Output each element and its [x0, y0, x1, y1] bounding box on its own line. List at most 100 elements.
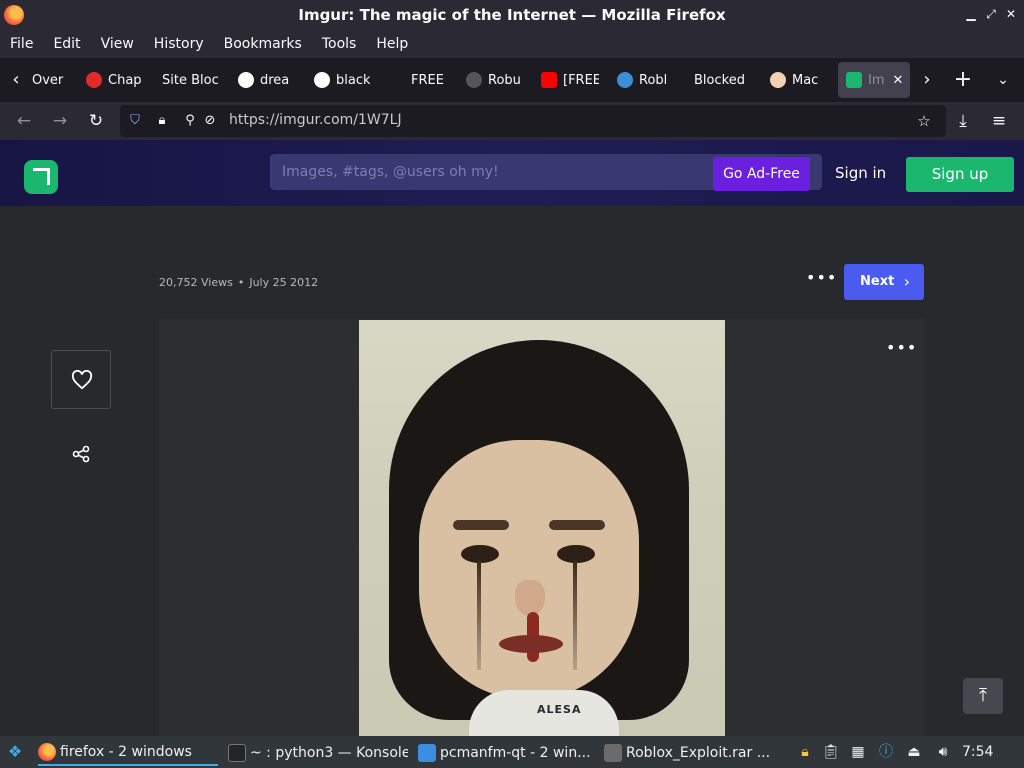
app-launcher-icon[interactable]: ❖	[6, 743, 24, 761]
task-label: pcmanfm-qt - 2 win...	[440, 745, 591, 761]
menu-bar: File Edit View History Bookmarks Tools H…	[0, 30, 1024, 58]
chevron-right-icon: ›	[903, 272, 910, 291]
list-tabs-icon[interactable]: ⌄	[991, 68, 1015, 92]
fish-favicon-icon	[617, 72, 633, 88]
menu-view[interactable]: View	[101, 36, 134, 52]
sign-up-button[interactable]: Sign up	[906, 157, 1014, 192]
share-icon	[72, 445, 90, 463]
image-nose	[515, 580, 545, 616]
tab-label: Im	[868, 72, 885, 88]
minimize-icon[interactable]: ▁	[963, 6, 979, 22]
menu-help[interactable]: Help	[376, 36, 408, 52]
tab-5[interactable]: FREE	[411, 62, 445, 98]
navigation-bar: ← → ↻ ⛉ 🔒︎ ⚲ ⊘ https://imgur.com/1W7LJ ☆…	[0, 102, 1024, 140]
image-options-icon[interactable]: •••	[886, 340, 916, 358]
imgur-logo-icon[interactable]	[24, 160, 58, 194]
bookmark-star-icon[interactable]: ☆	[916, 113, 932, 129]
tab-label: black	[336, 72, 370, 88]
taskbar: ❖ firefox - 2 windows ~ : python3 — Kons…	[0, 736, 1024, 768]
task-firefox[interactable]: firefox - 2 windows	[38, 740, 218, 766]
back-to-top-button[interactable]: ⤒	[963, 678, 1003, 714]
close-tab-icon[interactable]: ✕	[893, 73, 904, 88]
tab-label: drea	[260, 72, 290, 88]
window-title: Imgur: The magic of the Internet — Mozil…	[298, 6, 726, 24]
image-collar-text: ALESA	[537, 703, 582, 716]
close-window-icon[interactable]: ✕	[1003, 6, 1019, 22]
tab-8[interactable]: Robl	[617, 62, 671, 98]
menu-history[interactable]: History	[154, 36, 204, 52]
permissions-icon[interactable]: ⚲	[182, 113, 198, 129]
menu-bookmarks[interactable]: Bookmarks	[224, 36, 302, 52]
tab-label: Site Bloc	[162, 72, 218, 88]
tab-7[interactable]: [FREE	[541, 62, 599, 98]
tab-11-active[interactable]: Im ✕	[838, 62, 910, 98]
scroll-tabs-left-icon[interactable]: ‹	[4, 68, 28, 92]
url-text[interactable]: https://imgur.com/1W7LJ	[229, 112, 402, 128]
share-button[interactable]	[71, 444, 91, 464]
maximize-icon[interactable]: ⤢	[983, 6, 999, 22]
menu-tools[interactable]: Tools	[322, 36, 357, 52]
task-pcmanfm[interactable]: pcmanfm-qt - 2 win...	[418, 740, 594, 766]
image-brow	[453, 520, 509, 530]
like-button[interactable]	[51, 350, 111, 409]
redhat-favicon-icon	[86, 72, 102, 88]
clipboard-icon[interactable]: 📋︎	[822, 743, 840, 761]
sign-in-link[interactable]: Sign in	[835, 164, 886, 182]
tab-1[interactable]: Chap	[86, 62, 142, 98]
meta-separator: •	[237, 276, 245, 289]
heart-icon	[71, 370, 93, 390]
search-input[interactable]	[282, 162, 712, 182]
task-archive[interactable]: Roblox_Exploit.rar ...	[604, 740, 778, 766]
task-label: firefox - 2 windows	[60, 744, 192, 760]
google-favicon-icon	[238, 72, 254, 88]
task-label: Roblox_Exploit.rar ...	[626, 745, 771, 761]
menu-file[interactable]: File	[10, 36, 33, 52]
imgur-header: Go Ad-Free Sign in Sign up	[0, 140, 1024, 206]
tab-2[interactable]: Site Bloc	[162, 62, 218, 98]
shield-icon[interactable]: ⛉	[127, 113, 143, 129]
lock-icon[interactable]: 🔒︎	[154, 113, 170, 129]
back-icon[interactable]: ←	[13, 110, 35, 132]
downloads-icon[interactable]: ⤓	[952, 110, 974, 132]
tab-6[interactable]: Robu	[466, 62, 520, 98]
tab-label: FREE	[411, 72, 444, 88]
youtube-favicon-icon	[541, 72, 557, 88]
tab-label: [FREE	[563, 72, 599, 88]
lock-tray-icon[interactable]: 🔒︎	[796, 743, 814, 761]
scroll-tabs-right-icon[interactable]: ›	[915, 68, 939, 92]
post-page: 20,752 Views • July 25 2012 ••• Next › •••	[0, 206, 1024, 736]
go-ad-free-button[interactable]: Go Ad-Free	[713, 157, 810, 191]
new-tab-icon[interactable]: +	[951, 68, 975, 92]
updates-icon[interactable]: ⓘ	[877, 743, 895, 761]
tab-10[interactable]: Mac	[770, 62, 824, 98]
tab-9[interactable]: Blocked	[694, 62, 750, 98]
tracking-blocked-icon[interactable]: ⊘	[202, 113, 218, 129]
tab-label: Robu	[488, 72, 520, 88]
volume-icon[interactable]: 🔊︎	[934, 743, 952, 761]
tab-3[interactable]: drea	[238, 62, 292, 98]
task-konsole[interactable]: ~ : python3 — Konsole	[228, 740, 408, 766]
tab-label: Over	[32, 72, 64, 88]
image-tear	[477, 560, 481, 670]
tab-0[interactable]: Over	[32, 62, 66, 98]
tab-label: Blocked	[694, 72, 745, 88]
menu-edit[interactable]: Edit	[53, 36, 80, 52]
app-menu-icon[interactable]: ≡	[988, 110, 1010, 132]
image-tear	[573, 560, 577, 670]
storage-icon[interactable]: ⏏	[905, 743, 923, 761]
image-mouth	[499, 635, 563, 653]
next-post-button[interactable]: Next ›	[844, 264, 924, 300]
archive-icon	[604, 744, 622, 762]
network-icon[interactable]: ▦	[849, 743, 867, 761]
post-image[interactable]: ALESA	[359, 320, 725, 736]
forward-icon[interactable]: →	[49, 110, 71, 132]
reload-icon[interactable]: ↻	[85, 110, 107, 132]
post-date: July 25 2012	[249, 276, 319, 289]
more-options-icon[interactable]: •••	[806, 270, 836, 288]
clock[interactable]: 7:54	[962, 744, 993, 760]
next-label: Next	[860, 274, 895, 289]
url-bar[interactable]: ⛉ 🔒︎ ⚲ ⊘ https://imgur.com/1W7LJ ☆	[120, 105, 946, 137]
google-favicon-icon	[314, 72, 330, 88]
firefox-logo-icon	[4, 5, 24, 25]
tab-4[interactable]: black	[314, 62, 370, 98]
